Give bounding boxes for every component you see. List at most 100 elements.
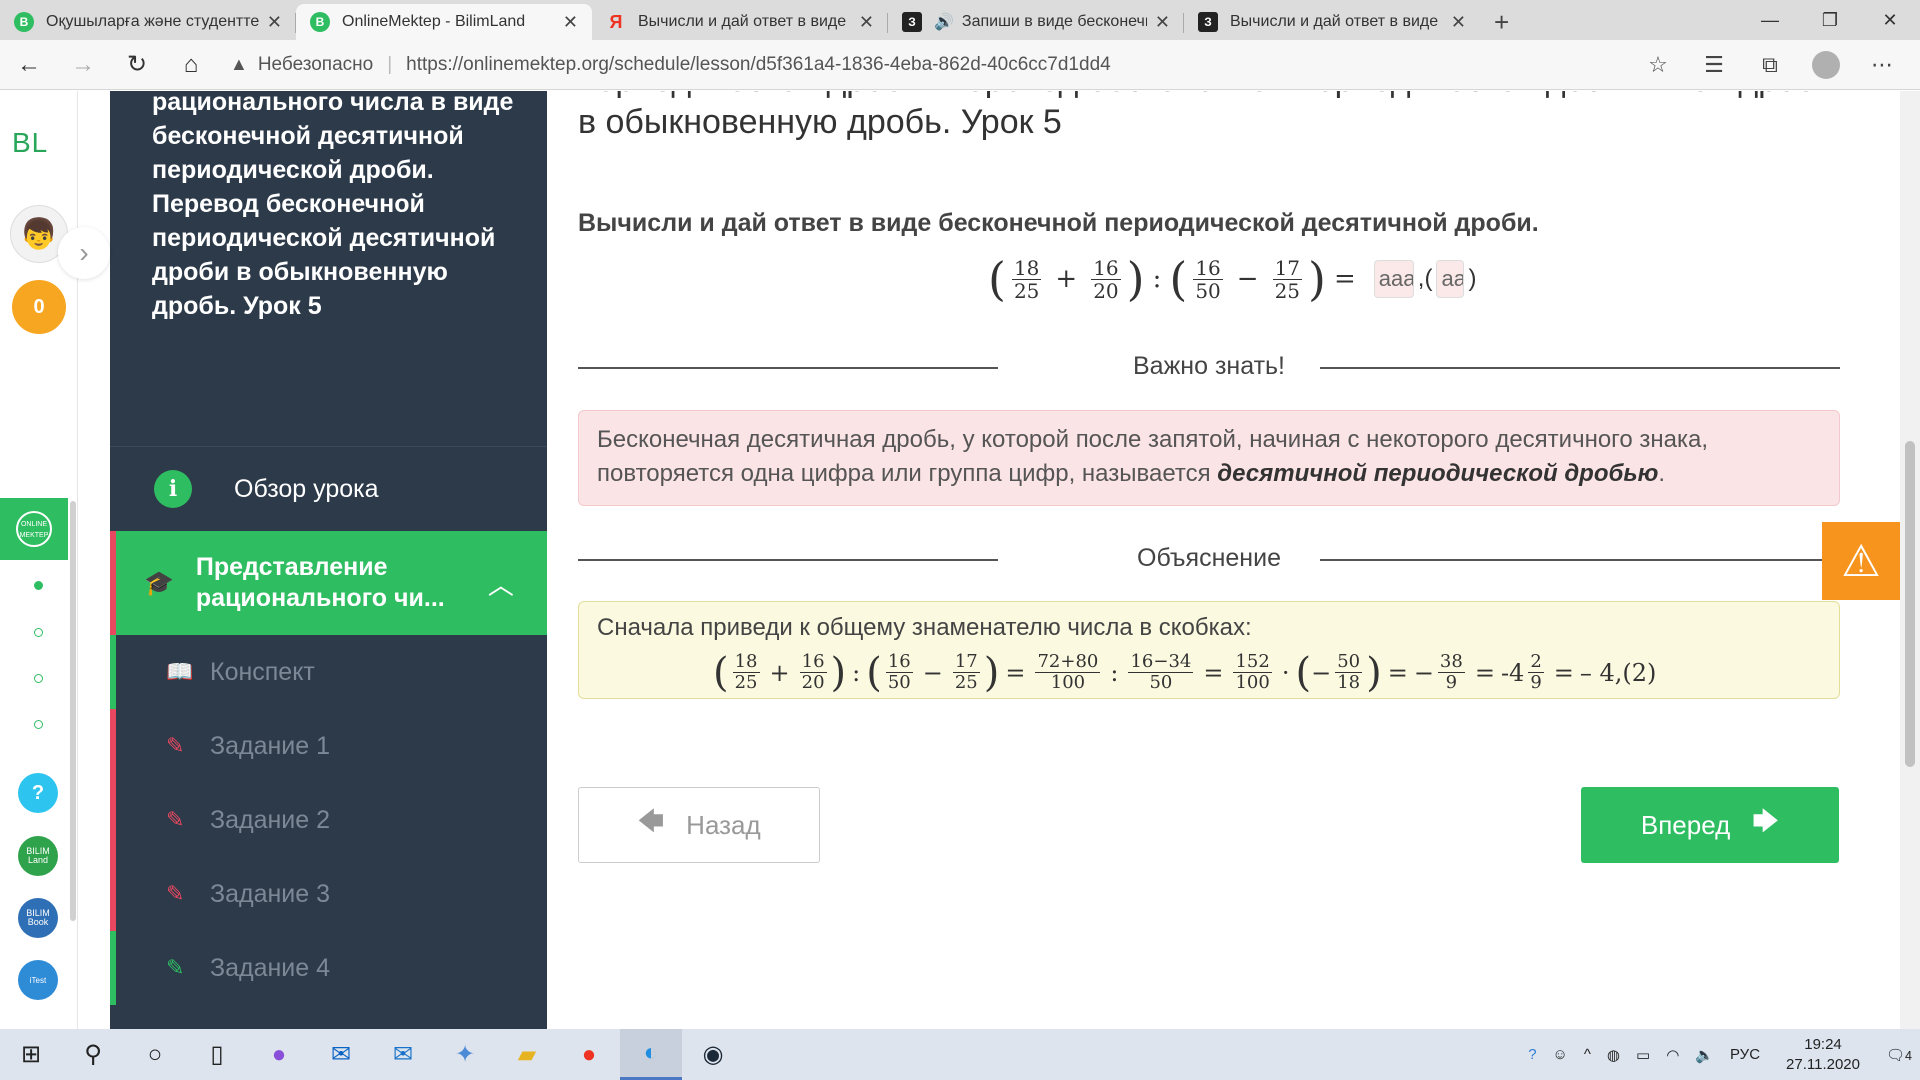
progress-dot[interactable]	[34, 720, 43, 729]
sidebar-item-label: Задание 2	[210, 805, 331, 834]
fraction: 18 25	[1011, 255, 1042, 303]
browser-tab[interactable]: Я Вычисли и дай ответ в виде бес ✕	[592, 4, 888, 40]
steam-icon[interactable]: ◉	[682, 1029, 744, 1080]
explanation-formula: ( 18 25 + 16 20 ):( 16 50 − 17 25 ) = 72+80 10…	[713, 649, 1657, 696]
warning-triangle-icon[interactable]: ▲	[230, 54, 248, 75]
maximize-icon[interactable]: ❐	[1800, 0, 1860, 40]
rail-scrollbar[interactable]	[70, 501, 76, 921]
progress-dot[interactable]	[34, 628, 43, 637]
url-text: https://onlinemektep.org/schedule/lesson…	[406, 53, 1111, 75]
speaker-icon[interactable]: 🔊	[934, 12, 954, 32]
sidebar-item-task-2[interactable]: ✎ Задание 2	[110, 783, 547, 857]
more-menu-icon[interactable]: ⋯	[1854, 52, 1910, 78]
sidebar-item-konspekt[interactable]: 📖 Конспект	[110, 635, 547, 709]
sidebar-item-overview[interactable]: i Обзор урока	[110, 446, 547, 531]
answer-period-input[interactable]: aa	[1436, 260, 1465, 298]
people-icon[interactable]: ☺	[1553, 1046, 1568, 1063]
battery-icon[interactable]: ▭	[1636, 1046, 1650, 1064]
browser-tab[interactable]: B Оқушыларға және студенттерге ✕	[0, 4, 296, 40]
yandex-browser-icon[interactable]: ●	[558, 1029, 620, 1080]
sidebar-item-label: Задание 4	[210, 953, 331, 982]
browser-tab[interactable]: З 🔊 Запиши в виде бесконечн ✕	[888, 4, 1184, 40]
scrollbar-thumb[interactable]	[1905, 441, 1915, 767]
windows-start-icon[interactable]: ⊞	[0, 1029, 62, 1080]
mail-icon[interactable]: ✉	[372, 1029, 434, 1080]
url-field[interactable]: ▲ Небезопасно | https://onlinemektep.org…	[230, 45, 1670, 85]
page-scrollbar[interactable]	[1900, 91, 1920, 1029]
explanation-divider: Объяснение	[578, 544, 1840, 574]
answer-integer-input[interactable]: aaa	[1373, 260, 1414, 298]
graduation-cap-icon: 🎓	[144, 569, 174, 597]
profile-avatar[interactable]	[1812, 51, 1840, 79]
explanation-heading: Объяснение	[1137, 544, 1281, 572]
edit-icon: ✎	[166, 733, 185, 758]
close-tab-icon[interactable]: ✕	[1451, 12, 1466, 33]
arrow-right-icon: 🡆	[1752, 806, 1780, 836]
help-tray-icon[interactable]: ?	[1528, 1046, 1536, 1063]
next-button[interactable]: Вперед 🡆	[1581, 787, 1839, 863]
bilimbook-icon[interactable]: BILIM Book	[18, 898, 58, 938]
game-icon[interactable]: ✦	[434, 1029, 496, 1080]
back-button[interactable]: 🡄 Назад	[578, 787, 820, 863]
online-mektep-badge[interactable]: ONLINE MEKTEP	[0, 498, 68, 560]
close-tab-icon[interactable]: ✕	[859, 12, 874, 33]
sidebar-item-task-1[interactable]: ✎ Задание 1	[110, 709, 547, 783]
search-icon[interactable]: ⚲	[62, 1029, 124, 1080]
new-tab-icon[interactable]: +	[1494, 4, 1509, 40]
bl-logo[interactable]: BL	[12, 127, 48, 159]
lesson-content: периодической дроби. Перевод бесконечной…	[548, 91, 1870, 1029]
alice-icon[interactable]: ●	[248, 1029, 310, 1080]
sidebar-item-task-3[interactable]: ✎ Задание 3	[110, 857, 547, 931]
chevron-up-icon[interactable]: ︿	[488, 565, 514, 602]
home-icon[interactable]: ⌂	[166, 45, 216, 85]
help-icon[interactable]: ?	[18, 773, 58, 813]
file-explorer-icon[interactable]: ▰	[496, 1029, 558, 1080]
browser-tab-bar: B Оқушыларға және студенттерге ✕ B Onlin…	[0, 0, 1920, 40]
cortana-icon[interactable]: ○	[124, 1029, 186, 1080]
coins-badge[interactable]: 0	[12, 280, 66, 334]
report-problem-icon[interactable]: ⚠	[1822, 522, 1900, 600]
task-view-icon[interactable]: ▯	[186, 1029, 248, 1080]
edge-browser-icon[interactable]: ◐	[620, 1029, 682, 1080]
important-divider: Важно знать!	[578, 352, 1840, 382]
insecure-label: Небезопасно	[257, 53, 374, 75]
close-tab-icon[interactable]: ✕	[267, 12, 282, 33]
chevron-up-icon[interactable]: ^	[1584, 1046, 1591, 1063]
important-heading: Важно знать!	[1132, 352, 1285, 380]
tab-title: Запиши в виде бесконечн	[961, 13, 1147, 30]
sidebar-section-current[interactable]: 🎓 Представление рационального чи... ︿	[110, 531, 547, 635]
definition-note: Бесконечная десятичная дробь, у которой …	[578, 410, 1840, 506]
clock[interactable]: 19:24 27.11.2020	[1786, 1035, 1860, 1075]
favorites-list-icon[interactable]: ☰	[1686, 52, 1742, 78]
system-tray: ? ☺ ^ ◍ ▭ ◠ 🔈 РУС 19:24 27.11.2020 🗨4	[1520, 1029, 1920, 1080]
forward-arrow-icon[interactable]: →	[58, 45, 108, 85]
browser-tab-active[interactable]: B OnlineMektep - BilimLand ✕	[296, 4, 592, 40]
sidebar-item-label: Задание 3	[210, 879, 331, 908]
edit-icon: ✎	[166, 807, 185, 832]
sidebar-item-task-4[interactable]: ✎ Задание 4	[110, 931, 547, 1005]
close-window-icon[interactable]: ✕	[1860, 0, 1920, 40]
volume-icon[interactable]: 🔈	[1695, 1046, 1714, 1064]
wifi-icon[interactable]: ◠	[1666, 1046, 1679, 1064]
progress-dot[interactable]	[34, 581, 43, 590]
bilimland-icon[interactable]: BILIM Land	[18, 836, 58, 876]
minimize-icon[interactable]: —	[1740, 0, 1800, 40]
favorite-star-icon[interactable]: ☆	[1630, 52, 1686, 78]
outlook-icon[interactable]: ✉	[310, 1029, 372, 1080]
close-tab-icon[interactable]: ✕	[1155, 12, 1170, 33]
notifications-icon[interactable]: 🗨4	[1886, 1046, 1912, 1064]
language-indicator[interactable]: РУС	[1730, 1046, 1760, 1063]
browser-tab[interactable]: З Вычисли и дай ответ в виде бе ✕	[1184, 4, 1480, 40]
edit-icon: ✎	[166, 881, 185, 906]
chevron-right-icon[interactable]: ›	[58, 227, 110, 279]
back-arrow-icon[interactable]: ←	[4, 45, 54, 85]
itest-icon[interactable]: iTest	[18, 960, 58, 1000]
bilimland-favicon-icon: B	[310, 12, 330, 32]
network-icon[interactable]: ◍	[1607, 1046, 1620, 1064]
lesson-sidebar: Представление рационального числа в виде…	[110, 91, 547, 1029]
tab-title: Вычисли и дай ответ в виде бе	[1230, 13, 1443, 30]
close-tab-icon[interactable]: ✕	[563, 12, 578, 33]
progress-dot[interactable]	[34, 674, 43, 683]
collections-icon[interactable]: ⧉	[1742, 52, 1798, 78]
reload-icon[interactable]: ↻	[112, 45, 162, 85]
